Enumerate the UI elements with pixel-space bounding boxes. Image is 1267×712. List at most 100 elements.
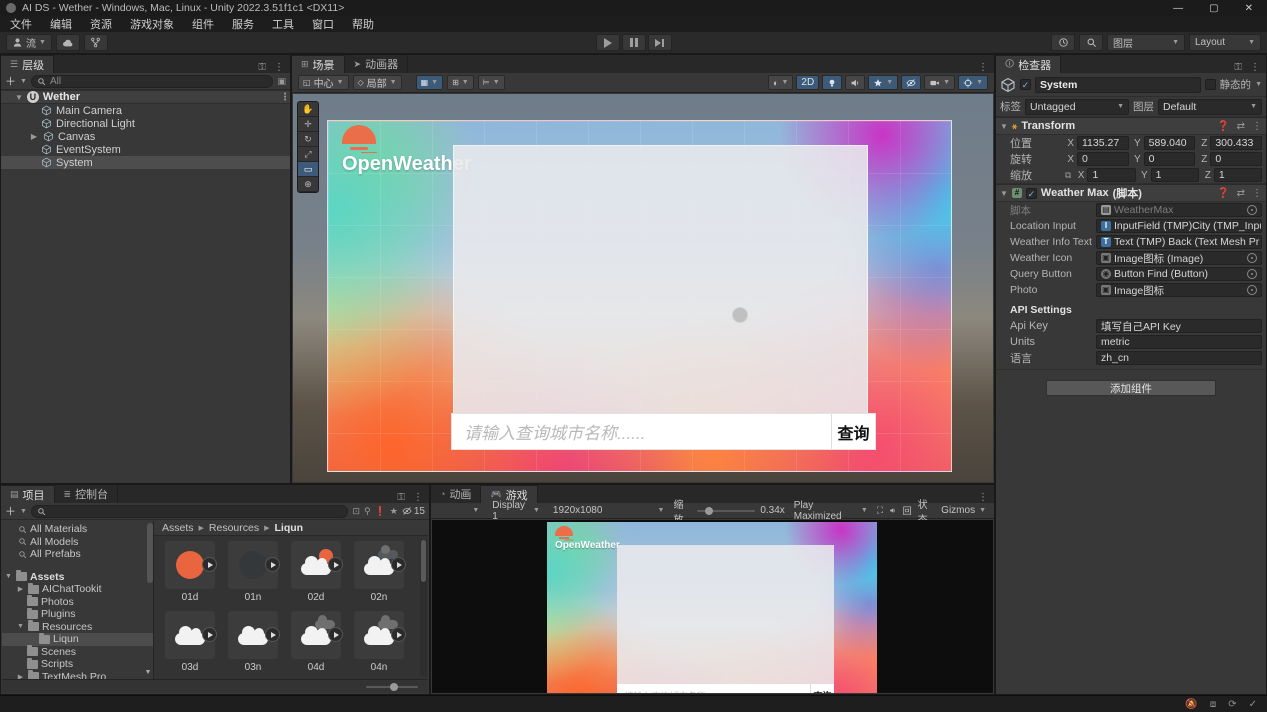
- gizmos-dropdown[interactable]: ▼: [958, 75, 988, 90]
- weathermax-presets-icon[interactable]: ⇄: [1237, 188, 1245, 199]
- menu-window[interactable]: 窗口: [312, 16, 334, 32]
- units-field[interactable]: metric: [1096, 335, 1262, 349]
- scene-row-wether[interactable]: ▼ U Wether ⋮: [1, 90, 290, 104]
- rotation-y-field[interactable]: 0: [1144, 152, 1196, 166]
- menu-help[interactable]: 帮助: [352, 16, 374, 32]
- weathermax-enabled-checkbox[interactable]: ✓: [1026, 188, 1037, 199]
- active-checkbox[interactable]: ✓: [1020, 79, 1031, 90]
- scene-lighting-toggle[interactable]: [822, 75, 842, 90]
- transform-component-header[interactable]: ▼ ⚹ Transform ❓ ⇄ ⋮: [996, 117, 1266, 135]
- auto-refresh-disabled-icon[interactable]: ⟳: [1228, 699, 1236, 710]
- grid-snapping-toggle[interactable]: ▦▼: [416, 75, 444, 90]
- weather-icon-object-field[interactable]: ▣ Image图标 (Image): [1096, 251, 1262, 265]
- search-log-icon[interactable]: ❗: [375, 506, 386, 517]
- shading-mode-dropdown[interactable]: ◐▼: [768, 75, 793, 90]
- scene-audio-toggle[interactable]: [845, 75, 865, 90]
- project-create-dropdown-icon[interactable]: ▼: [20, 508, 27, 515]
- scale-y-field[interactable]: 1: [1151, 168, 1199, 182]
- tree-resources[interactable]: ▼Resources: [2, 621, 153, 634]
- ui-canvas-rect[interactable]: OpenWeather 请输入查询城市名称...... 查询: [327, 120, 952, 472]
- asset-play-icon[interactable]: [391, 557, 406, 572]
- photo-object-field[interactable]: ▣ Image图标: [1096, 283, 1262, 297]
- scale-tool-button[interactable]: ⤢: [298, 147, 318, 162]
- effects-dropdown[interactable]: ▼: [868, 75, 898, 90]
- weather-icon-picker-icon[interactable]: [1247, 253, 1257, 263]
- tab-animation[interactable]: ◔ 动画: [431, 485, 481, 503]
- api-key-field[interactable]: 填写自己API Key: [1096, 319, 1262, 333]
- tool-handle-pivot-dropdown[interactable]: ◱中心▼: [298, 75, 349, 90]
- version-control-button[interactable]: [84, 34, 108, 51]
- snap-increment-toggle[interactable]: ⊞▼: [447, 75, 474, 90]
- asset-play-icon[interactable]: [265, 557, 280, 572]
- game-viewport[interactable]: OpenWeather 请输入查询城市名称...... 查询: [432, 520, 993, 693]
- game-gizmos-dropdown[interactable]: Gizmos▼: [937, 504, 990, 518]
- asset-02n[interactable]: 02n: [351, 541, 407, 603]
- static-dropdown-icon[interactable]: ▼: [1255, 81, 1262, 88]
- project-create-button[interactable]: ＋: [5, 503, 16, 519]
- hidden-count[interactable]: 15: [402, 506, 425, 517]
- transform-menu-icon[interactable]: ⋮: [1252, 121, 1262, 132]
- gameobject-name-field[interactable]: System: [1035, 77, 1201, 93]
- script-object-picker-icon[interactable]: [1247, 205, 1257, 215]
- tree-scripts[interactable]: Scripts: [2, 658, 153, 671]
- asset-03n[interactable]: 03n: [225, 611, 281, 673]
- display-dropdown[interactable]: Display 1▼: [488, 504, 544, 518]
- tree-textmeshpro[interactable]: ▶TextMesh Pro: [2, 671, 153, 680]
- asset-play-icon[interactable]: [328, 627, 343, 642]
- position-x-field[interactable]: 1135.27: [1077, 136, 1129, 150]
- undo-history-button[interactable]: [1051, 34, 1075, 51]
- favorite-all-prefabs[interactable]: All Prefabs: [2, 548, 153, 561]
- tag-dropdown[interactable]: Untagged▼: [1025, 99, 1129, 115]
- asset-play-icon[interactable]: [328, 557, 343, 572]
- canvas-foldout-icon[interactable]: ▶: [29, 132, 39, 141]
- scene-visibility-toggle[interactable]: [901, 75, 921, 90]
- weathermax-menu-icon[interactable]: ⋮: [1252, 188, 1262, 199]
- hierarchy-menu-icon[interactable]: ⋮: [274, 62, 284, 73]
- asset-play-icon[interactable]: [265, 627, 280, 642]
- query-button[interactable]: 查询: [810, 684, 834, 693]
- account-button[interactable]: 流▼: [6, 34, 52, 51]
- asset-03d[interactable]: 03d: [162, 611, 218, 673]
- add-component-button[interactable]: 添加组件: [1046, 380, 1216, 396]
- play-button[interactable]: [596, 34, 620, 51]
- weather-info-text-object-field[interactable]: T Text (TMP) Back (Text Mesh Pr: [1096, 235, 1262, 249]
- breadcrumb-assets[interactable]: Assets: [162, 522, 194, 534]
- position-z-field[interactable]: 300.433: [1210, 136, 1262, 150]
- menu-file[interactable]: 文件: [10, 16, 32, 32]
- vsync-icon[interactable]: 回: [903, 504, 912, 517]
- layout-dropdown[interactable]: Layout▼: [1189, 34, 1261, 51]
- search-everything-button[interactable]: [1079, 34, 1103, 51]
- cloud-services-button[interactable]: [56, 34, 80, 51]
- tree-aichattookit[interactable]: ▶AIChatTookit: [2, 583, 153, 596]
- project-search-input[interactable]: [50, 506, 343, 517]
- query-button-object-field[interactable]: ◉ Button Find (Button): [1096, 267, 1262, 281]
- center-gizmo-handle[interactable]: [732, 307, 748, 323]
- game-mode-dropdown[interactable]: ▼: [435, 504, 483, 518]
- asset-play-icon[interactable]: [202, 557, 217, 572]
- hierarchy-item-main-camera[interactable]: Main Camera: [1, 104, 290, 117]
- tree-photos[interactable]: Photos: [2, 596, 153, 609]
- city-input-field[interactable]: 请输入查询城市名称...... 查询: [617, 684, 834, 693]
- weathermax-help-icon[interactable]: ❓: [1217, 188, 1229, 199]
- favorite-all-models[interactable]: All Models: [2, 536, 153, 549]
- project-menu-icon[interactable]: ⋮: [413, 492, 423, 503]
- tab-animator[interactable]: ➤ 动画器: [345, 55, 409, 73]
- transform-help-icon[interactable]: ❓: [1217, 121, 1229, 132]
- asset-01d[interactable]: 01d: [162, 541, 218, 603]
- tree-scroll-down-icon[interactable]: ▼: [143, 669, 153, 679]
- menu-gameobject[interactable]: 游戏对象: [130, 16, 174, 32]
- static-checkbox[interactable]: [1205, 79, 1216, 90]
- lock-icon[interactable]: ⚿: [258, 62, 266, 73]
- project-lock-icon[interactable]: ⚿: [397, 492, 405, 503]
- rotation-x-field[interactable]: 0: [1077, 152, 1129, 166]
- query-button-picker-icon[interactable]: [1247, 269, 1257, 279]
- rotation-z-field[interactable]: 0: [1210, 152, 1262, 166]
- tool-handle-rotation-dropdown[interactable]: ◇局部▼: [353, 75, 402, 90]
- scale-x-field[interactable]: 1: [1087, 168, 1135, 182]
- asset-04d[interactable]: 04d: [288, 611, 344, 673]
- transform-presets-icon[interactable]: ⇄: [1237, 121, 1245, 132]
- hierarchy-item-canvas[interactable]: ▶ Canvas: [1, 130, 290, 143]
- rotate-tool-button[interactable]: ↻: [298, 132, 318, 147]
- favorites-star-icon[interactable]: ★: [390, 506, 398, 517]
- menu-tools[interactable]: 工具: [272, 16, 294, 32]
